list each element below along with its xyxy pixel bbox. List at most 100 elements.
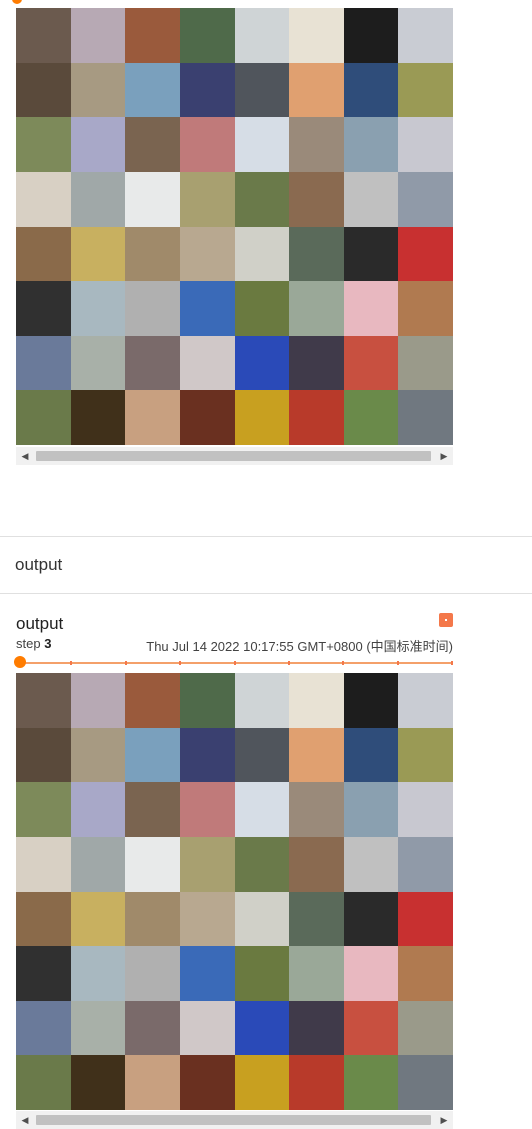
image-tile bbox=[125, 727, 180, 783]
image-tile bbox=[234, 62, 290, 118]
image-tile bbox=[70, 62, 126, 118]
image-tile bbox=[343, 8, 399, 63]
image-tile bbox=[70, 335, 126, 391]
image-tile bbox=[70, 390, 126, 445]
expand-icon[interactable] bbox=[439, 613, 453, 627]
image-tile bbox=[125, 1000, 180, 1056]
image-tile bbox=[289, 836, 344, 892]
image-tile bbox=[16, 1000, 71, 1056]
image-tile bbox=[179, 782, 235, 837]
image-tile bbox=[179, 226, 235, 282]
image-tile bbox=[343, 891, 399, 947]
step-slider-knob[interactable] bbox=[12, 0, 22, 4]
image-tile bbox=[234, 1055, 290, 1110]
image-tile bbox=[179, 727, 235, 783]
image-tile bbox=[179, 836, 235, 892]
image-tile bbox=[16, 390, 71, 445]
image-tile bbox=[343, 335, 399, 391]
image-tile bbox=[343, 946, 399, 1001]
image-tile bbox=[343, 727, 399, 783]
image-tile bbox=[70, 117, 126, 172]
image-tile bbox=[289, 891, 344, 947]
image-tile bbox=[179, 117, 235, 172]
image-tile bbox=[234, 946, 290, 1001]
horizontal-scrollbar[interactable]: ◀ ▶ bbox=[16, 447, 453, 465]
image-tile bbox=[343, 281, 399, 336]
image-tile bbox=[70, 1000, 126, 1056]
image-tile bbox=[16, 1055, 71, 1110]
image-tile bbox=[343, 673, 399, 728]
slider-tick bbox=[451, 661, 453, 665]
image-tile bbox=[234, 335, 290, 391]
image-tile bbox=[398, 226, 453, 282]
image-tile bbox=[398, 62, 453, 118]
image-tile bbox=[125, 782, 180, 837]
image-tile bbox=[234, 727, 290, 783]
scrollbar-thumb[interactable] bbox=[36, 1115, 431, 1125]
image-tile bbox=[125, 891, 180, 947]
image-tile bbox=[179, 390, 235, 445]
divider bbox=[0, 536, 532, 537]
image-tile bbox=[70, 891, 126, 947]
slider-tick bbox=[287, 661, 290, 665]
image-tile bbox=[16, 62, 71, 118]
image-tile bbox=[289, 782, 344, 837]
scroll-left-icon[interactable]: ◀ bbox=[16, 447, 34, 465]
image-tile bbox=[234, 1000, 290, 1056]
image-tile bbox=[179, 281, 235, 336]
image-tile bbox=[234, 171, 290, 227]
image-tile bbox=[289, 673, 344, 728]
image-tile bbox=[125, 8, 180, 63]
image-tile bbox=[234, 673, 290, 728]
image-tile bbox=[16, 335, 71, 391]
step-slider-knob[interactable] bbox=[14, 656, 26, 668]
image-tile bbox=[70, 8, 126, 63]
image-tile bbox=[398, 1000, 453, 1056]
image-tile bbox=[289, 62, 344, 118]
image-tile bbox=[16, 782, 71, 837]
image-tile bbox=[70, 782, 126, 837]
image-tile bbox=[16, 117, 71, 172]
image-tile bbox=[289, 226, 344, 282]
step-value: 3 bbox=[44, 636, 52, 651]
image-tile bbox=[179, 62, 235, 118]
image-tile bbox=[125, 281, 180, 336]
image-tile bbox=[125, 117, 180, 172]
image-tile bbox=[125, 171, 180, 227]
image-tile bbox=[179, 673, 235, 728]
slider-tick bbox=[179, 661, 182, 665]
image-tile bbox=[16, 836, 71, 892]
image-tile bbox=[125, 836, 180, 892]
image-tile bbox=[398, 171, 453, 227]
scroll-right-icon[interactable]: ▶ bbox=[435, 1111, 453, 1129]
image-tile bbox=[343, 117, 399, 172]
image-tile bbox=[234, 390, 290, 445]
image-tile bbox=[179, 1000, 235, 1056]
scroll-right-icon[interactable]: ▶ bbox=[435, 447, 453, 465]
image-tile bbox=[125, 335, 180, 391]
image-tile bbox=[234, 281, 290, 336]
horizontal-scrollbar[interactable]: ◀ ▶ bbox=[16, 1111, 453, 1129]
image-tile bbox=[289, 946, 344, 1001]
scrollbar-thumb[interactable] bbox=[36, 451, 431, 461]
image-tile bbox=[398, 673, 453, 728]
image-tile bbox=[179, 946, 235, 1001]
image-tile bbox=[234, 782, 290, 837]
section-title[interactable]: output bbox=[15, 555, 62, 575]
image-tile bbox=[289, 8, 344, 63]
image-tile bbox=[179, 8, 235, 63]
image-tile bbox=[125, 226, 180, 282]
image-tile bbox=[343, 226, 399, 282]
scroll-left-icon[interactable]: ◀ bbox=[16, 1111, 34, 1129]
image-tile bbox=[179, 1055, 235, 1110]
image-tile bbox=[289, 335, 344, 391]
image-tile bbox=[398, 335, 453, 391]
image-tile bbox=[70, 226, 126, 282]
image-tile bbox=[289, 390, 344, 445]
image-tile bbox=[398, 946, 453, 1001]
image-tile bbox=[234, 117, 290, 172]
image-tile bbox=[16, 946, 71, 1001]
image-tile bbox=[343, 1000, 399, 1056]
image-grid bbox=[16, 8, 453, 445]
image-tile bbox=[398, 1055, 453, 1110]
